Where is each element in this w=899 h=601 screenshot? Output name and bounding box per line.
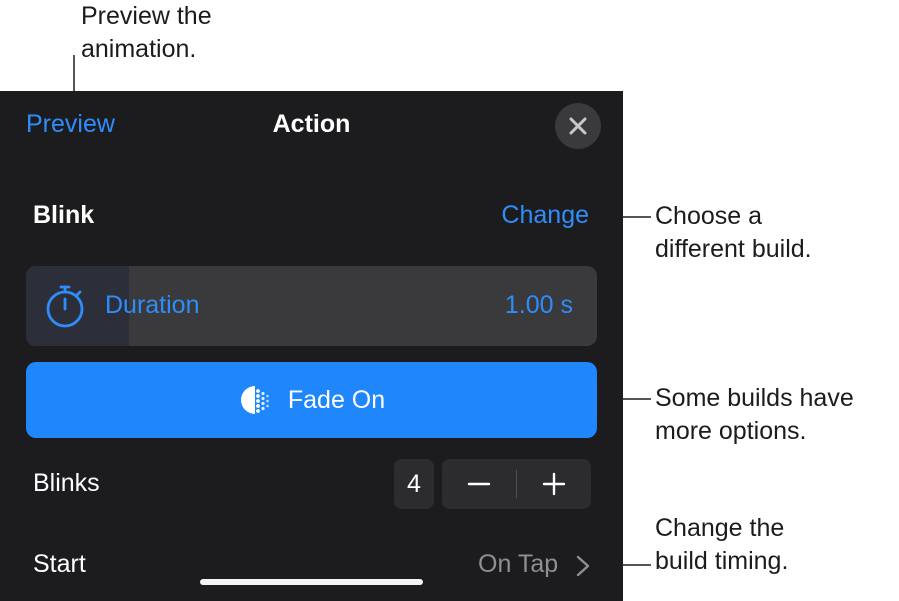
close-button[interactable] (555, 103, 601, 149)
start-value[interactable]: On Tap (478, 550, 558, 579)
change-build-button[interactable]: Change (501, 201, 589, 230)
home-indicator (200, 579, 423, 585)
blinks-label: Blinks (33, 469, 100, 497)
start-label: Start (33, 550, 86, 578)
callout-preview: Preview the animation. (81, 2, 212, 63)
chevron-right-icon[interactable] (576, 555, 590, 577)
action-panel (0, 91, 623, 601)
duration-label: Duration (105, 291, 200, 319)
blinks-stepper (442, 459, 591, 509)
duration-slider[interactable]: Duration 1.00 s (26, 266, 597, 346)
build-name: Blink (33, 201, 95, 229)
callout-timing: Change the build timing. (655, 514, 789, 575)
blinks-count: 4 (394, 459, 434, 509)
stopwatch-icon (46, 285, 84, 328)
duration-value: 1.00 s (504, 291, 573, 319)
increment-button[interactable] (517, 459, 591, 509)
close-icon (569, 117, 587, 135)
plus-icon (542, 472, 566, 496)
callout-options: Some builds have more options. (655, 384, 854, 445)
decrement-button[interactable] (442, 459, 516, 509)
fade-on-label: Fade On (287, 385, 386, 414)
fade-dots-icon (240, 386, 269, 414)
preview-button[interactable]: Preview (26, 110, 115, 139)
fade-on-button[interactable]: Fade On (26, 362, 597, 438)
minus-icon (467, 482, 491, 486)
callout-change: Choose a different build. (655, 202, 812, 263)
